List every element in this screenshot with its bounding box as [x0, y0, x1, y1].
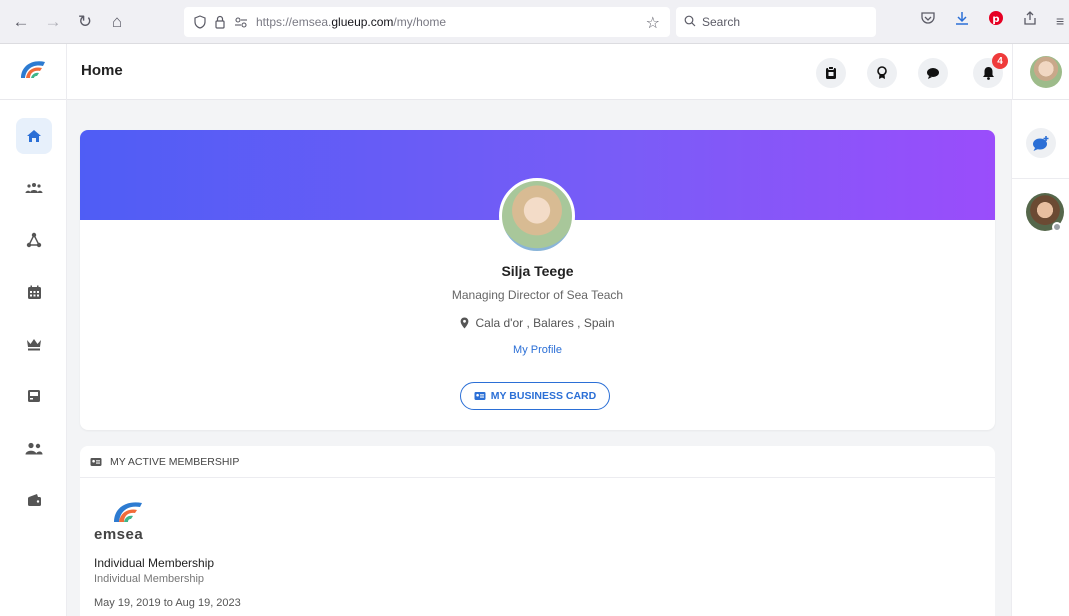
menu-icon[interactable]: ≡	[1056, 13, 1064, 29]
wallet-icon	[27, 494, 41, 506]
header-divider-right	[1012, 44, 1013, 100]
people-icon	[25, 442, 43, 454]
browser-search-input[interactable]: Search	[676, 7, 876, 37]
profile-location: Cala d'or , Balares , Spain	[80, 316, 995, 330]
home-browser-icon[interactable]: ⌂	[106, 11, 128, 33]
membership-title: Individual Membership	[94, 556, 215, 570]
app-header: Home 4	[0, 44, 1069, 100]
sidebar-item-home[interactable]	[16, 118, 52, 154]
sidebar-item-contacts[interactable]	[16, 430, 52, 466]
status-dot	[1052, 222, 1062, 232]
lock-icon	[214, 15, 226, 29]
back-icon[interactable]: ←	[10, 11, 32, 33]
pocket-icon[interactable]	[920, 10, 936, 31]
network-icon	[26, 232, 42, 248]
browser-toolbar: ← → ↻ ⌂ https://emsea.glueup.com/my/home…	[0, 0, 1069, 44]
home-icon	[27, 130, 41, 142]
membership-dates: May 19, 2019 to Aug 19, 2023	[94, 597, 241, 609]
forward-icon[interactable]: →	[42, 11, 64, 33]
bookmark-star-icon[interactable]: ☆	[646, 13, 660, 33]
search-placeholder: Search	[702, 15, 741, 29]
left-sidebar	[0, 100, 67, 616]
new-message-button[interactable]	[1026, 128, 1056, 158]
my-business-card-label: MY BUSINESS CARD	[490, 390, 597, 402]
pinterest-icon[interactable]: p	[988, 10, 1004, 31]
membership-header: MY ACTIVE MEMBERSHIP	[80, 446, 995, 478]
my-business-card-button[interactable]: MY BUSINESS CARD	[460, 382, 610, 410]
sidebar-item-groups[interactable]	[16, 170, 52, 206]
right-rail	[1011, 100, 1069, 616]
reload-icon[interactable]: ↻	[74, 11, 96, 33]
groups-icon	[25, 183, 43, 193]
business-card-icon	[474, 392, 486, 400]
user-avatar[interactable]	[1030, 56, 1062, 88]
sidebar-item-membership[interactable]	[16, 326, 52, 362]
new-chat-icon	[1033, 136, 1049, 151]
notification-badge: 4	[992, 53, 1008, 69]
notifications-bell-icon[interactable]: 4	[973, 53, 1008, 88]
profile-location-text: Cala d'or , Balares , Spain	[475, 316, 615, 330]
download-icon[interactable]	[954, 10, 970, 31]
emsea-wordmark: emsea	[94, 526, 144, 543]
award-icon[interactable]	[867, 58, 897, 88]
rail-divider	[1012, 178, 1069, 179]
id-card-icon	[90, 457, 102, 466]
address-bar[interactable]: https://emsea.glueup.com/my/home ☆	[184, 7, 670, 37]
sidebar-item-wallet[interactable]	[16, 482, 52, 518]
active-membership-card: MY ACTIVE MEMBERSHIP emsea Individual Me…	[80, 446, 995, 616]
profile-job-title: Managing Director of Sea Teach	[451, 288, 624, 302]
tasks-icon[interactable]	[816, 58, 846, 88]
chat-icon[interactable]	[918, 58, 948, 88]
my-profile-link-text[interactable]: My Profile	[513, 344, 562, 356]
inbox-icon	[28, 390, 40, 402]
page-title: Home	[81, 62, 123, 79]
url-text: https://emsea.glueup.com/my/home	[256, 15, 447, 29]
header-divider	[66, 44, 67, 100]
search-icon	[684, 15, 696, 30]
profile-name: Silja Teege	[501, 263, 574, 279]
profile-avatar[interactable]	[499, 178, 575, 254]
shield-icon	[194, 15, 206, 29]
my-profile-link[interactable]: My Profile	[80, 344, 995, 356]
permissions-icon[interactable]	[234, 16, 248, 28]
svg-text:p: p	[992, 14, 999, 25]
sidebar-item-network[interactable]	[16, 222, 52, 258]
map-pin-icon	[461, 317, 469, 329]
membership-section-title: MY ACTIVE MEMBERSHIP	[110, 455, 240, 468]
crown-icon	[27, 339, 41, 351]
membership-subtitle: Individual Membership	[94, 573, 205, 585]
sidebar-item-inbox[interactable]	[16, 378, 52, 414]
sidebar-item-events[interactable]	[16, 274, 52, 310]
glueup-logo-icon[interactable]	[18, 56, 48, 86]
share-icon[interactable]	[1022, 10, 1038, 31]
calendar-icon	[27, 285, 41, 299]
profile-card: Silja Teege Managing Director of Sea Tea…	[80, 130, 995, 430]
